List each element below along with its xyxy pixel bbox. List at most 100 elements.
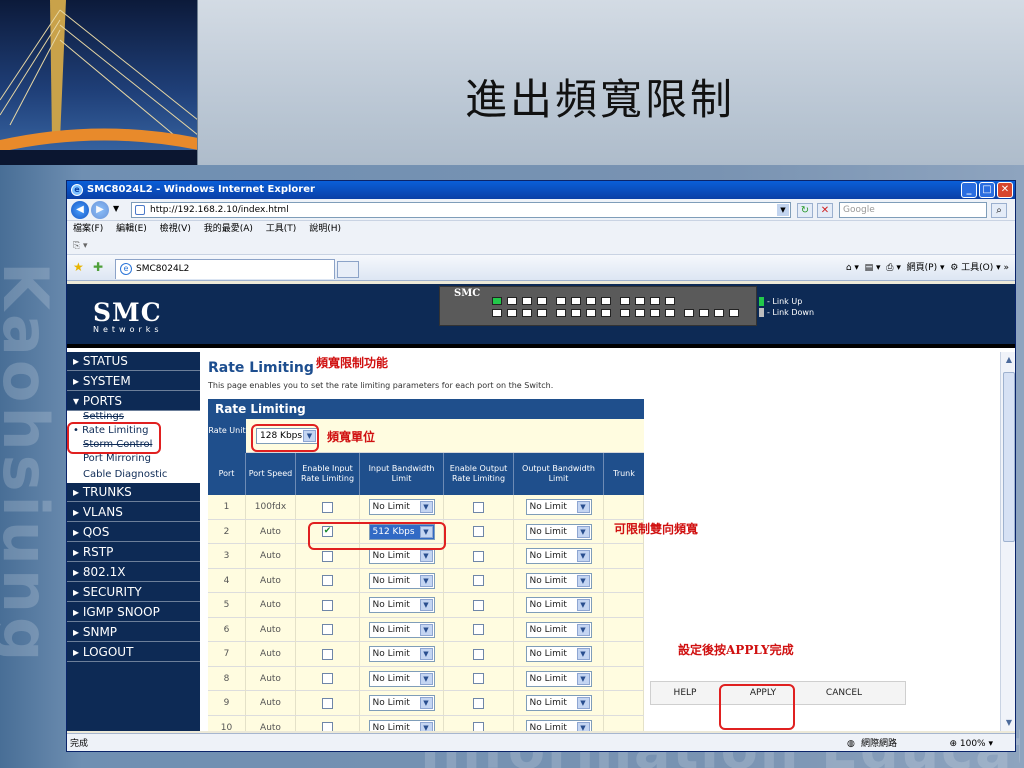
sidebar-item-security[interactable]: ▸ SECURITY	[67, 583, 200, 602]
chevron-down-icon[interactable]: ▼	[419, 721, 433, 731]
gear-icon[interactable]: ⚙	[950, 263, 958, 273]
sidebar-item-status[interactable]: ▸ STATUS	[67, 352, 200, 371]
chevron-down-icon[interactable]: ▼	[576, 550, 590, 562]
sidebar-item-rstp[interactable]: ▸ RSTP	[67, 543, 200, 562]
chevron-down-icon[interactable]: ▼	[419, 501, 433, 513]
chevron-down-icon[interactable]: ▼	[419, 599, 433, 611]
output-rate-checkbox[interactable]	[473, 501, 484, 513]
input-bandwidth-select[interactable]: No Limit ▼	[368, 719, 435, 731]
menu-file[interactable]: 檔案(F)	[73, 224, 103, 234]
input-bandwidth-select[interactable]: No Limit ▼	[368, 548, 435, 564]
home-icon[interactable]: ⌂ ▾	[846, 263, 859, 273]
output-rate-checkbox[interactable]	[473, 550, 484, 562]
output-rate-checkbox[interactable]	[473, 648, 484, 660]
chevron-down-icon[interactable]: ▼	[576, 574, 590, 587]
chevron-down-icon[interactable]: ▼	[576, 599, 590, 611]
input-bandwidth-select[interactable]: No Limit ▼	[368, 499, 435, 515]
forward-button[interactable]: ▶	[91, 201, 109, 219]
chevron-down-icon[interactable]: ▼	[419, 697, 433, 709]
new-tab-button[interactable]	[337, 261, 359, 278]
input-rate-checkbox[interactable]	[322, 550, 333, 562]
feeds-icon[interactable]: ▤ ▾	[865, 263, 881, 273]
chevron-down-icon[interactable]: ▼	[419, 672, 433, 685]
chevron-down-icon[interactable]: ▼	[576, 525, 590, 538]
chevron-down-icon[interactable]: ▼	[419, 550, 433, 562]
output-bandwidth-select[interactable]: No Limit ▼	[525, 548, 592, 564]
output-bandwidth-select[interactable]: No Limit ▼	[525, 499, 592, 515]
input-rate-checkbox[interactable]	[322, 697, 333, 709]
input-rate-checkbox[interactable]	[322, 673, 333, 684]
stop-icon[interactable]: ✕	[817, 203, 833, 218]
search-input[interactable]: Google	[839, 202, 987, 218]
address-bar[interactable]: http://192.168.2.10/index.html ▼	[131, 202, 791, 218]
chevron-down-icon[interactable]: ▼	[419, 648, 433, 660]
output-bandwidth-select[interactable]: No Limit ▼	[525, 523, 592, 540]
menu-view[interactable]: 檢視(V)	[160, 224, 191, 234]
chevron-down-icon[interactable]: ▼	[576, 501, 590, 513]
input-rate-checkbox[interactable]	[322, 575, 333, 586]
output-rate-checkbox[interactable]	[473, 673, 484, 684]
input-bandwidth-select[interactable]: No Limit ▼	[368, 646, 435, 662]
chevron-down-icon[interactable]: ▼	[419, 574, 433, 587]
close-icon[interactable]: ✕	[997, 182, 1013, 198]
scroll-thumb[interactable]	[1003, 372, 1015, 542]
input-bandwidth-select[interactable]: No Limit ▼	[368, 670, 435, 687]
sidebar-item-system[interactable]: ▸ SYSTEM	[67, 372, 200, 391]
tab-smc8024l2[interactable]: e SMC8024L2	[115, 259, 335, 279]
minimize-icon[interactable]: _	[961, 182, 977, 198]
menu-help[interactable]: 說明(H)	[309, 224, 341, 234]
chevron-down-icon[interactable]: ▼	[576, 721, 590, 731]
output-rate-checkbox[interactable]	[473, 722, 484, 731]
search-icon[interactable]: ⌕	[991, 203, 1007, 218]
output-rate-checkbox[interactable]	[473, 599, 484, 611]
chevron-down-icon[interactable]: ▼	[576, 623, 590, 636]
sidebar-item-igmp-snoop[interactable]: ▸ IGMP SNOOP	[67, 603, 200, 622]
menu-edit[interactable]: 編輯(E)	[116, 224, 147, 234]
input-bandwidth-select[interactable]: No Limit ▼	[368, 695, 435, 711]
output-rate-checkbox[interactable]	[473, 575, 484, 586]
input-rate-checkbox[interactable]	[322, 722, 333, 731]
input-rate-checkbox[interactable]	[322, 501, 333, 513]
history-dropdown-icon[interactable]: ▼	[113, 204, 119, 213]
output-rate-checkbox[interactable]	[473, 697, 484, 709]
output-rate-checkbox[interactable]	[473, 624, 484, 635]
output-bandwidth-select[interactable]: No Limit ▼	[525, 621, 592, 638]
links-icon[interactable]: ⎘ ▾	[73, 241, 88, 251]
scroll-down-icon[interactable]: ▼	[1003, 717, 1015, 729]
menu-favorites[interactable]: 我的最愛(A)	[204, 224, 253, 234]
chevron-down-icon[interactable]: ▼	[576, 672, 590, 685]
help-button[interactable]: HELP	[655, 685, 715, 702]
favorites-star-icon[interactable]: ★	[73, 260, 84, 274]
output-bandwidth-select[interactable]: No Limit ▼	[525, 572, 592, 589]
output-bandwidth-select[interactable]: No Limit ▼	[525, 646, 592, 662]
input-bandwidth-select[interactable]: No Limit ▼	[368, 572, 435, 589]
print-icon[interactable]: ⎙ ▾	[886, 263, 901, 273]
input-rate-checkbox[interactable]	[322, 624, 333, 635]
back-button[interactable]: ◀	[71, 201, 89, 219]
sidebar-item-ports[interactable]: ▾ PORTS	[67, 392, 200, 411]
sidebar-item-8021x[interactable]: ▸ 802.1X	[67, 563, 200, 582]
input-bandwidth-select[interactable]: No Limit ▼	[368, 621, 435, 638]
sidebar-sub-cable-diagnostic[interactable]: Cable Diagnostic	[67, 467, 200, 483]
chevron-down-icon[interactable]: ▼	[777, 204, 789, 216]
output-rate-checkbox[interactable]	[473, 526, 484, 537]
input-rate-checkbox[interactable]	[322, 648, 333, 660]
output-bandwidth-select[interactable]: No Limit ▼	[525, 597, 592, 613]
cancel-button[interactable]: CANCEL	[809, 685, 879, 702]
output-bandwidth-select[interactable]: No Limit ▼	[525, 670, 592, 687]
scroll-up-icon[interactable]: ▲	[1003, 354, 1015, 366]
sidebar-item-snmp[interactable]: ▸ SNMP	[67, 623, 200, 642]
tools-menu[interactable]: 工具(O)	[961, 263, 993, 273]
sidebar-item-vlans[interactable]: ▸ VLANS	[67, 503, 200, 522]
output-bandwidth-select[interactable]: No Limit ▼	[525, 719, 592, 731]
zoom-control[interactable]: ⊕ 100% ▾	[949, 734, 993, 751]
output-bandwidth-select[interactable]: No Limit ▼	[525, 695, 592, 711]
add-favorites-icon[interactable]: ✚	[93, 260, 103, 274]
page-menu[interactable]: 網頁(P)	[907, 263, 937, 273]
chevron-down-icon[interactable]: ▼	[576, 648, 590, 660]
sidebar-item-trunks[interactable]: ▸ TRUNKS	[67, 483, 200, 502]
sidebar-item-qos[interactable]: ▸ QOS	[67, 523, 200, 542]
chevron-down-icon[interactable]: ▼	[419, 623, 433, 636]
input-rate-checkbox[interactable]	[322, 599, 333, 611]
vertical-scrollbar[interactable]: ▲ ▼	[1000, 352, 1015, 731]
